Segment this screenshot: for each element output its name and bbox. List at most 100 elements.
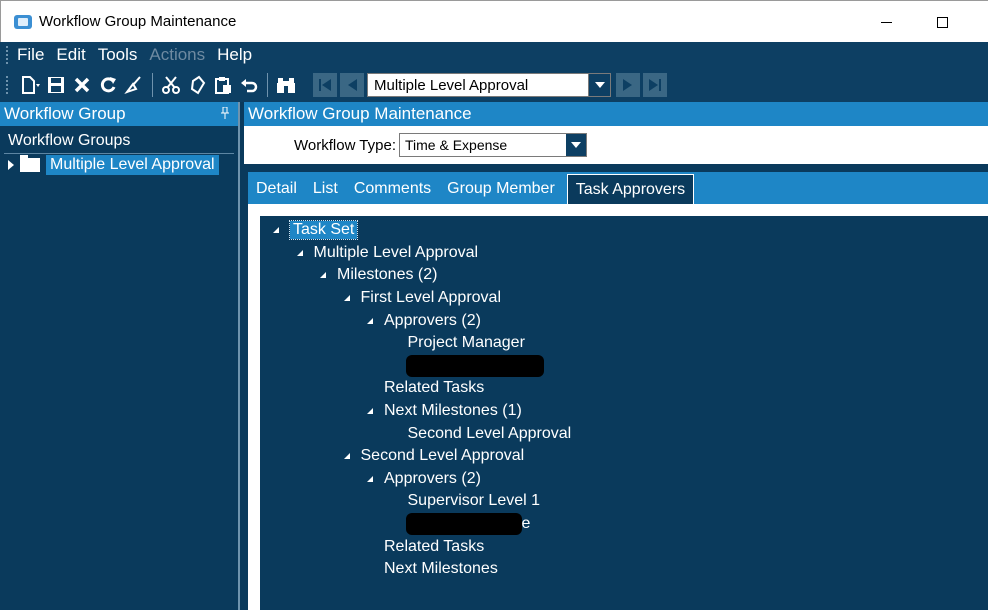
tree-node-label: Task Set bbox=[288, 220, 359, 241]
record-selector-value: Multiple Level Approval bbox=[374, 76, 529, 94]
new-document-button[interactable] bbox=[17, 72, 43, 98]
tree-node-label: Second Level Approval bbox=[360, 447, 525, 465]
toolbar-separator bbox=[152, 73, 153, 97]
tree-node[interactable]: Supervisor Level 1 bbox=[260, 490, 988, 513]
cut-button[interactable] bbox=[158, 72, 184, 98]
menu-actions: Actions bbox=[149, 45, 206, 64]
tab-group-member[interactable]: Group Member bbox=[439, 174, 563, 204]
tree-node-multiple-level-approval[interactable]: Multiple Level Approval bbox=[8, 154, 238, 176]
delete-icon bbox=[74, 77, 90, 93]
tree-node-label: Related Tasks bbox=[384, 537, 485, 555]
panel-header: Workflow Group bbox=[0, 102, 238, 126]
copy-icon bbox=[190, 75, 206, 95]
tab-task-approvers[interactable]: Task Approvers bbox=[566, 174, 695, 204]
workflow-groups-label: Workflow Groups bbox=[4, 128, 234, 154]
menu-edit[interactable]: Edit bbox=[56, 45, 85, 65]
collapse-arrow-icon[interactable] bbox=[315, 271, 331, 279]
tree-node[interactable]: Related Tasks bbox=[260, 535, 988, 558]
tree-node[interactable]: Related Tasks bbox=[260, 377, 988, 400]
tree-node[interactable]: Milestones (2) bbox=[260, 264, 988, 287]
tab-list[interactable]: List bbox=[305, 174, 346, 204]
toolbar-separator bbox=[267, 73, 268, 97]
toolbar-grip bbox=[6, 76, 9, 94]
tree-node[interactable]: Approvers (2) bbox=[260, 468, 988, 491]
workflow-type-select[interactable]: Time & Expense bbox=[398, 133, 587, 157]
tree-node-label: Related Tasks bbox=[384, 379, 485, 397]
workflow-type-label: Workflow Type: bbox=[294, 136, 396, 154]
find-button[interactable] bbox=[273, 72, 299, 98]
task-approvers-tree: Task Set Multiple Level Approval Milestone… bbox=[260, 216, 988, 610]
collapse-arrow-icon[interactable] bbox=[339, 452, 355, 460]
copy-button[interactable] bbox=[184, 72, 210, 98]
menu-file[interactable]: File bbox=[17, 45, 44, 65]
collapse-arrow-icon[interactable] bbox=[268, 226, 284, 234]
minimize-button[interactable] bbox=[863, 1, 909, 43]
tree-node-label: Supervisor Level 1 bbox=[407, 492, 541, 510]
redacted-block bbox=[405, 513, 522, 536]
redacted-block bbox=[405, 354, 544, 377]
first-record-button[interactable] bbox=[313, 73, 337, 97]
refresh-button[interactable] bbox=[95, 72, 121, 98]
tree-node[interactable]: Second Level Approval bbox=[260, 445, 988, 468]
tree-node[interactable]: e bbox=[260, 513, 988, 536]
maintenance-header: Workflow Group Maintenance bbox=[244, 102, 988, 126]
refresh-icon bbox=[100, 77, 116, 93]
tab-comments[interactable]: Comments bbox=[346, 174, 439, 204]
collapse-arrow-icon[interactable] bbox=[292, 249, 308, 257]
last-record-button[interactable] bbox=[643, 73, 667, 97]
menu-help[interactable]: Help bbox=[217, 45, 252, 65]
clear-button[interactable] bbox=[121, 72, 147, 98]
tree-node-label: First Level Approval bbox=[360, 289, 502, 307]
tree-node[interactable]: First Level Approval bbox=[260, 287, 988, 310]
tree-node[interactable] bbox=[260, 354, 988, 378]
collapse-arrow-icon[interactable] bbox=[362, 475, 378, 483]
new-document-icon bbox=[22, 76, 40, 94]
toolbar: Multiple Level Approval bbox=[0, 68, 988, 102]
tree-node-label: Project Manager bbox=[407, 334, 525, 352]
tree-node-label: Second Level Approval bbox=[407, 424, 572, 442]
workflow-group-panel: Workflow Group Workflow Groups Multiple … bbox=[0, 102, 240, 610]
menu-bar: File Edit Tools Actions Help bbox=[0, 42, 988, 68]
cut-icon bbox=[162, 76, 180, 94]
panel-title: Workflow Group bbox=[4, 104, 126, 123]
undo-icon bbox=[241, 79, 258, 93]
tree-node-label: Next Milestones (1) bbox=[384, 402, 522, 420]
save-button[interactable] bbox=[43, 72, 69, 98]
collapse-arrow-icon[interactable] bbox=[362, 317, 378, 325]
workflow-type-value: Time & Expense bbox=[404, 137, 508, 153]
tab-detail[interactable]: Detail bbox=[248, 174, 305, 204]
previous-record-icon bbox=[348, 79, 357, 91]
delete-button[interactable] bbox=[69, 72, 95, 98]
previous-record-button[interactable] bbox=[340, 73, 364, 97]
collapse-arrow-icon[interactable] bbox=[339, 294, 355, 302]
record-selector[interactable]: Multiple Level Approval bbox=[367, 73, 611, 97]
maximize-icon bbox=[936, 16, 948, 28]
tree-node-label: Milestones (2) bbox=[337, 266, 438, 284]
tree-node[interactable]: Second Level Approval bbox=[260, 422, 988, 445]
paste-button[interactable] bbox=[210, 72, 236, 98]
menu-tools[interactable]: Tools bbox=[98, 45, 138, 65]
chevron-down-icon[interactable] bbox=[588, 74, 610, 96]
tree-node[interactable]: Next Milestones (1) bbox=[260, 400, 988, 423]
find-icon bbox=[277, 78, 295, 93]
workflow-type-area: Workflow Type: Time & Expense bbox=[244, 126, 988, 168]
next-record-button[interactable] bbox=[616, 73, 640, 97]
minimize-icon bbox=[880, 21, 892, 23]
undo-button[interactable] bbox=[236, 72, 262, 98]
collapse-arrow-icon[interactable] bbox=[362, 407, 378, 415]
maximize-button[interactable] bbox=[919, 1, 965, 43]
tree-node[interactable]: Next Milestones bbox=[260, 558, 988, 581]
tree-node[interactable]: Task Set bbox=[260, 219, 988, 242]
tree-node-label: Multiple Level Approval bbox=[313, 243, 479, 261]
task-approvers-content: Task Set Multiple Level Approval Milestone… bbox=[248, 204, 988, 610]
last-record-icon bbox=[649, 79, 661, 91]
tree-node[interactable]: Approvers (2) bbox=[260, 309, 988, 332]
folder-icon bbox=[20, 155, 40, 172]
expand-arrow-icon[interactable] bbox=[8, 160, 14, 170]
chevron-down-icon[interactable] bbox=[565, 134, 586, 156]
title-bar: Workflow Group Maintenance bbox=[0, 0, 988, 42]
tab-bar: Detail List Comments Group Member Task A… bbox=[248, 172, 988, 204]
pin-icon[interactable] bbox=[220, 106, 230, 122]
tree-node[interactable]: Project Manager bbox=[260, 332, 988, 355]
tree-node[interactable]: Multiple Level Approval bbox=[260, 242, 988, 265]
